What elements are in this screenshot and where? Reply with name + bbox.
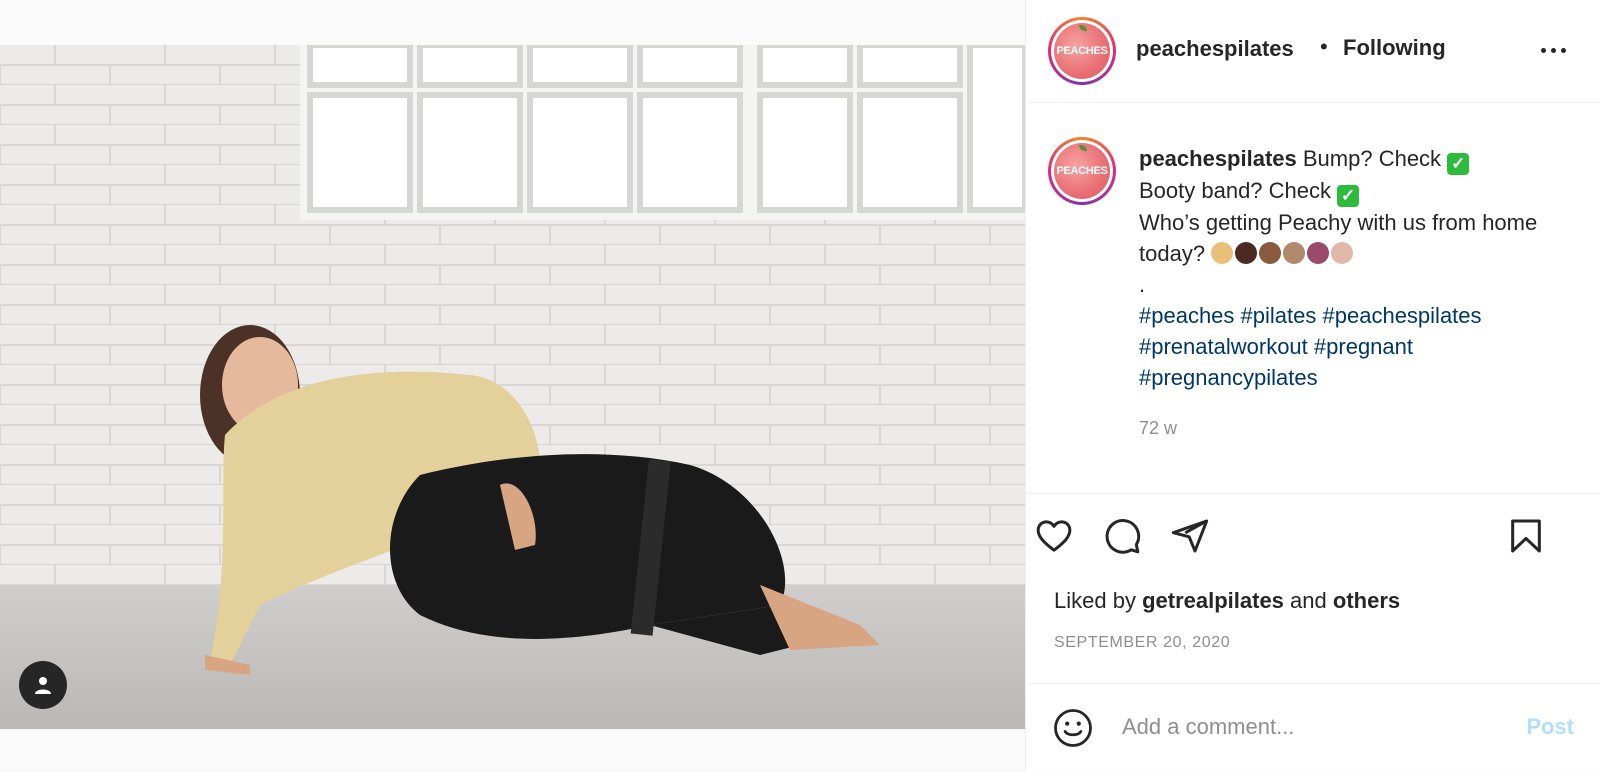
post-actions: Liked by getrealpilates and others SEPTE… [1026, 493, 1600, 684]
liked-by-prefix: Liked by [1054, 588, 1136, 613]
hashtag[interactable]: #prenatalworkout [1139, 334, 1308, 359]
raised-hand-emojis-icon [1211, 242, 1354, 264]
post-comment-button[interactable]: Post [1526, 714, 1574, 740]
caption-line-2: Booty band? Check [1139, 178, 1332, 203]
caption-separator: . [1139, 272, 1146, 297]
hashtag[interactable]: #pregnancypilates [1139, 365, 1318, 390]
post-header: PEACHES peachespilates • Following [1026, 0, 1600, 103]
header-username[interactable]: peachespilates [1136, 36, 1294, 62]
hashtag[interactable]: #pregnant [1314, 334, 1413, 359]
post-photo[interactable] [0, 45, 1025, 729]
hashtag[interactable]: #peaches [1139, 303, 1234, 328]
liked-by: Liked by getrealpilates and others [1054, 588, 1400, 614]
author-avatar[interactable]: PEACHES [1048, 17, 1116, 85]
liked-by-others[interactable]: others [1333, 588, 1400, 613]
comment-icon[interactable] [1100, 514, 1144, 558]
caption-line-1: Bump? Check [1302, 146, 1442, 171]
check-mark-icon: ✓ [1447, 153, 1470, 175]
caption-area: PEACHES peachespilates Bump? Check ✓ Boo… [1026, 103, 1600, 493]
hashtag[interactable]: #pilates [1241, 303, 1317, 328]
more-icon[interactable] [1536, 40, 1570, 60]
share-icon[interactable] [1168, 514, 1212, 558]
follow-status-button[interactable]: Following [1343, 35, 1446, 61]
avatar-text: PEACHES [1056, 165, 1108, 177]
caption-timestamp[interactable]: 72 w [1139, 418, 1177, 439]
caption-avatar[interactable]: PEACHES [1048, 137, 1116, 205]
comment-bar: Post [1026, 683, 1600, 772]
liked-by-user[interactable]: getrealpilates [1142, 588, 1284, 613]
caption-username[interactable]: peachespilates [1139, 146, 1297, 171]
hashtag[interactable]: #peachespilates [1323, 303, 1482, 328]
emoji-icon[interactable] [1051, 706, 1095, 750]
post-sidebar: PEACHES peachespilates • Following PEACH… [1025, 0, 1600, 771]
liked-by-and: and [1290, 588, 1327, 613]
bookmark-icon[interactable] [1504, 514, 1548, 558]
heart-icon[interactable] [1032, 514, 1076, 558]
photo-column [0, 0, 1025, 771]
person-icon [35, 677, 51, 694]
comment-input[interactable] [1120, 704, 1504, 750]
check-mark-icon: ✓ [1337, 185, 1360, 207]
post-date[interactable]: SEPTEMBER 20, 2020 [1054, 634, 1230, 652]
post-photo-illustration [0, 45, 1025, 729]
avatar-text: PEACHES [1056, 45, 1108, 57]
caption-text: peachespilates Bump? Check ✓ Booty band?… [1139, 143, 1559, 393]
user-tag-icon[interactable] [19, 661, 67, 709]
header-separator-dot: • [1320, 34, 1328, 59]
